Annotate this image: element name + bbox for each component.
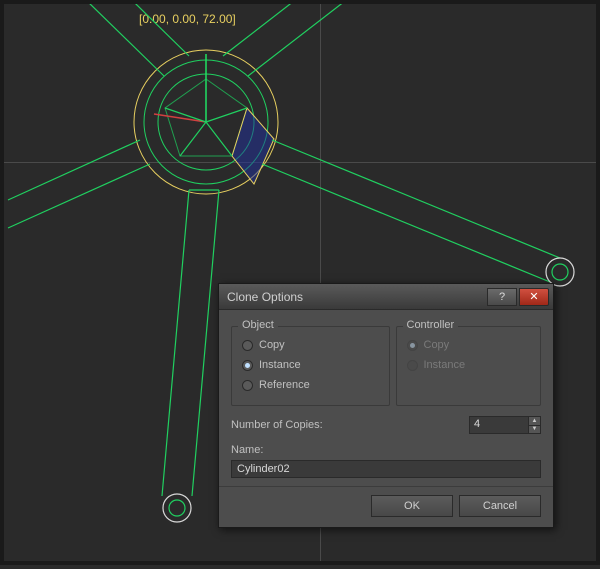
spinner-down-icon[interactable]: ▼ [529,425,540,434]
dialog-title: Clone Options [227,290,487,304]
coordinate-readout: [0.00, 0.00, 72.00] [139,12,236,26]
radio-object-reference[interactable]: Reference [242,375,379,395]
object-group-title: Object [238,319,278,331]
clone-options-dialog: Clone Options ? ✕ Object Copy Instance R… [218,283,554,528]
copies-value[interactable]: 4 [470,417,528,433]
radio-icon [242,340,253,351]
radio-icon [242,380,253,391]
radio-object-instance[interactable]: Instance [242,355,379,375]
controller-group: Controller Copy Instance [396,326,542,406]
radio-label: Copy [424,339,450,351]
radio-controller-copy: Copy [407,335,531,355]
name-input[interactable] [231,460,541,478]
radio-label: Instance [259,359,301,371]
radio-object-copy[interactable]: Copy [242,335,379,355]
radio-controller-instance: Instance [407,355,531,375]
close-button[interactable]: ✕ [519,288,549,306]
controller-group-title: Controller [403,319,459,331]
axis-horizontal [4,162,596,163]
dialog-titlebar[interactable]: Clone Options ? ✕ [219,284,553,310]
radio-icon [407,360,418,371]
copies-spinner[interactable]: 4 ▲ ▼ [469,416,541,434]
spinner-up-icon[interactable]: ▲ [529,417,540,425]
radio-label: Copy [259,339,285,351]
dialog-body: Object Copy Instance Reference Controlle… [219,310,553,486]
radio-label: Instance [424,359,466,371]
radio-icon [242,360,253,371]
object-group: Object Copy Instance Reference [231,326,390,406]
radio-icon [407,340,418,351]
dialog-buttons: OK Cancel [219,486,553,527]
name-label: Name: [231,444,541,456]
copies-label: Number of Copies: [231,419,323,431]
cancel-button[interactable]: Cancel [459,495,541,517]
radio-label: Reference [259,379,310,391]
ok-button[interactable]: OK [371,495,453,517]
help-button[interactable]: ? [487,288,517,306]
